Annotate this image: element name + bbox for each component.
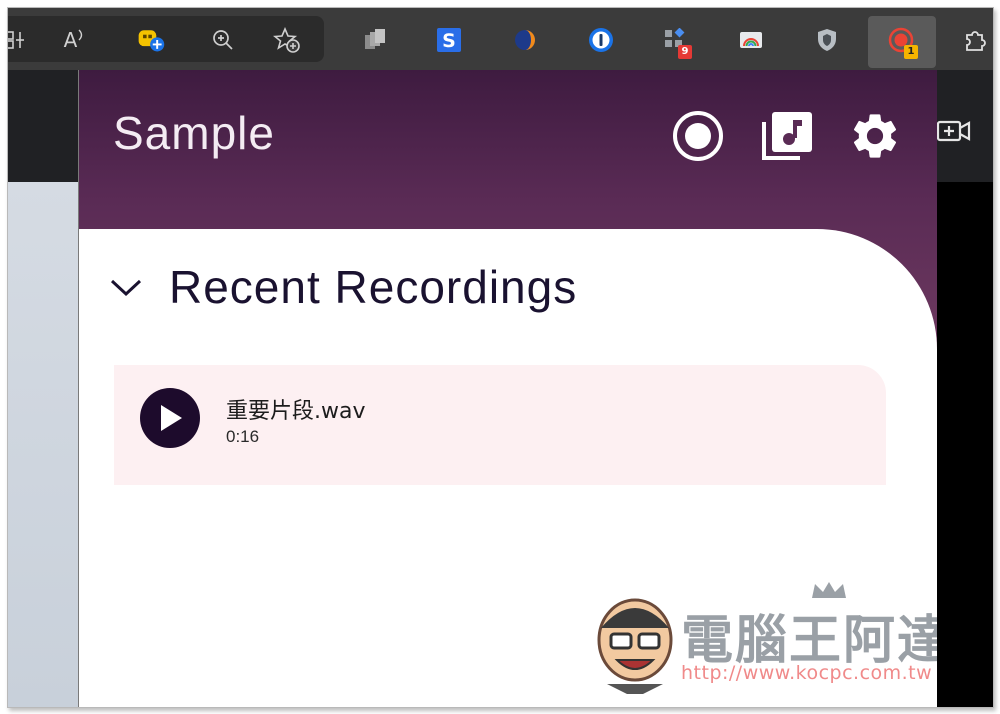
record-button[interactable] [670,108,726,164]
apps-ext-badge: 9 [678,45,692,59]
zoom-in-icon[interactable] [208,25,238,55]
watermark-mascot-logo [597,598,673,694]
recent-recordings-section: Recent Recordings [109,260,577,314]
recorder-ext-button[interactable]: 1 [868,16,936,68]
page-background-right [936,182,993,707]
read-aloud-glyph: A [63,28,78,52]
orange-moon-ext-icon[interactable] [510,25,540,55]
page-background-left [8,182,80,707]
browser-toolbar: A S 9 1 [8,8,993,70]
add-video-icon[interactable] [936,116,972,151]
recording-duration: 0:16 [226,427,260,446]
recorder-ext-icon: 1 [886,25,918,59]
chevron-down-icon[interactable] [109,276,143,298]
record-icon [673,111,723,161]
stacks-ext-icon[interactable] [360,25,390,55]
app-title: Sample [113,107,275,159]
section-title: Recent Recordings [169,261,578,313]
apps-grid-icon[interactable] [8,25,30,55]
recording-name: 重要片段.wav [226,399,366,424]
onepassword-ext-icon[interactable] [586,25,616,55]
apps-ext-icon[interactable]: 9 [660,25,692,59]
s-ext-icon[interactable]: S [434,25,464,55]
settings-icon [853,114,897,158]
recorder-ext-badge: 1 [904,45,918,59]
library-music-icon [762,112,812,160]
extensions-puzzle-icon[interactable] [960,25,990,55]
rainbow-ext-icon[interactable] [736,25,766,55]
add-favorite-icon[interactable] [272,25,302,55]
watermark: 電腦王阿達 http://www.kocpc.com.tw [587,580,937,700]
sticky-ext-icon[interactable] [136,25,166,55]
browser-window: A S 9 1 Sample Recent Recordings 重要片段.wa… [7,7,994,708]
watermark-url: http://www.kocpc.com.tw [681,662,933,684]
recorder-popup: Sample Recent Recordings 重要片段.wav 0:16 電… [78,70,937,707]
svg-text:S: S [442,30,456,52]
library-button[interactable] [759,108,815,164]
play-button[interactable] [140,388,200,448]
shield-ext-icon[interactable] [812,25,842,55]
settings-button[interactable] [847,108,903,164]
crown-icon [812,582,846,598]
recording-item[interactable]: 重要片段.wav 0:16 [114,365,886,485]
play-icon [161,405,182,431]
read-aloud-icon[interactable]: A [60,25,90,55]
